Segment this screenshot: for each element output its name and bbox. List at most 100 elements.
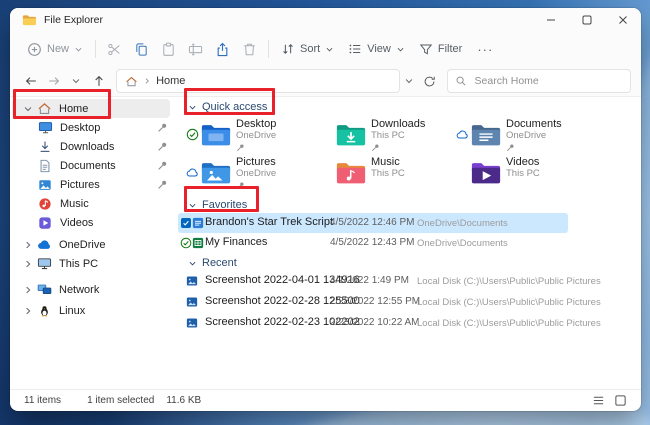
download-arrow-icon bbox=[37, 139, 53, 154]
close-button[interactable] bbox=[605, 8, 641, 32]
chevron-down-icon[interactable] bbox=[188, 259, 197, 268]
file-row[interactable]: My Finances 4/5/2022 12:43 PM OneDrive\D… bbox=[178, 233, 641, 253]
sidebar-item-label: Documents bbox=[60, 160, 157, 172]
delete-button[interactable] bbox=[236, 36, 263, 62]
document-icon bbox=[37, 158, 53, 173]
details-view-icon[interactable] bbox=[592, 394, 605, 407]
chevron-down-icon[interactable] bbox=[21, 104, 34, 114]
chevron-right-icon[interactable] bbox=[21, 306, 34, 316]
folder-icon bbox=[22, 14, 36, 26]
filter-button[interactable]: Filter bbox=[412, 38, 469, 60]
maximize-button[interactable] bbox=[569, 8, 605, 32]
recent-header[interactable]: Recent bbox=[178, 255, 641, 271]
minimize-button[interactable] bbox=[533, 8, 569, 32]
tile-desktop[interactable]: Desktop OneDrive bbox=[186, 117, 318, 154]
chevron-down-icon[interactable] bbox=[188, 201, 197, 210]
favorites-header[interactable]: Favorites bbox=[178, 197, 641, 213]
file-date: 2/28/2022 12:55 PM bbox=[330, 296, 420, 307]
file-location: OneDrive\Documents bbox=[417, 218, 508, 229]
forward-button[interactable] bbox=[43, 70, 66, 93]
sidebar-item-label: Videos bbox=[60, 217, 170, 229]
section-title: Favorites bbox=[202, 199, 247, 211]
command-bar: New Sort View Filter bbox=[10, 32, 641, 66]
share-button[interactable] bbox=[209, 36, 236, 62]
file-row[interactable]: Screenshot 2022-02-23 102202 2/23/2022 1… bbox=[178, 313, 641, 334]
sidebar-item-downloads[interactable]: Downloads bbox=[12, 137, 170, 156]
sidebar-item-this-pc[interactable]: This PC bbox=[12, 254, 170, 273]
file-location: OneDrive\Documents bbox=[417, 238, 508, 249]
tile-music[interactable]: Music This PC bbox=[321, 155, 453, 192]
file-list-pane: Quick access Desktop OneDrive bbox=[178, 97, 641, 389]
sidebar-item-music[interactable]: Music bbox=[12, 194, 170, 213]
linux-penguin-icon bbox=[36, 303, 52, 318]
large-icons-view-icon[interactable] bbox=[614, 394, 627, 407]
pin-icon bbox=[371, 143, 380, 152]
back-button[interactable] bbox=[20, 70, 43, 93]
sidebar-item-network[interactable]: Network bbox=[12, 280, 170, 299]
chevron-right-icon[interactable] bbox=[21, 259, 34, 269]
more-options-button[interactable]: ··· bbox=[469, 42, 501, 57]
toolbar-separator bbox=[268, 40, 269, 58]
file-row[interactable]: Screenshot 2022-04-01 134916 4/1/2022 1:… bbox=[178, 271, 641, 292]
video-play-icon bbox=[37, 215, 53, 230]
chevron-down-icon[interactable] bbox=[188, 103, 197, 112]
sidebar-item-label: This PC bbox=[59, 258, 170, 270]
folder-music-icon bbox=[335, 159, 367, 186]
sidebar-item-documents[interactable]: Documents bbox=[12, 156, 170, 175]
file-row[interactable]: Screenshot 2022-02-28 125500 2/28/2022 1… bbox=[178, 292, 641, 313]
new-button-label: New bbox=[47, 43, 69, 55]
new-button[interactable]: New bbox=[20, 38, 90, 61]
file-location: Local Disk (C:)\Users\Public\Public Pict… bbox=[417, 276, 601, 287]
onedrive-cloud-icon bbox=[36, 237, 52, 252]
checkbox-checked-icon[interactable] bbox=[181, 218, 191, 228]
search-box[interactable] bbox=[447, 69, 631, 93]
file-location: Local Disk (C:)\Users\Public\Public Pict… bbox=[417, 297, 601, 308]
paste-button[interactable] bbox=[155, 36, 182, 62]
rename-button[interactable] bbox=[182, 36, 209, 62]
title-bar: File Explorer bbox=[10, 8, 641, 32]
chevron-right-icon[interactable] bbox=[21, 285, 34, 295]
quick-access-header[interactable]: Quick access bbox=[178, 99, 641, 115]
folder-desktop-icon bbox=[200, 121, 232, 148]
cut-button[interactable] bbox=[101, 36, 128, 62]
address-dropdown-button[interactable] bbox=[400, 76, 418, 86]
tile-videos[interactable]: Videos This PC bbox=[456, 155, 588, 192]
tile-pictures[interactable]: Pictures OneDrive bbox=[186, 155, 318, 192]
image-file-icon bbox=[186, 275, 198, 287]
sort-arrows-icon bbox=[281, 42, 295, 56]
sidebar-item-onedrive[interactable]: OneDrive bbox=[12, 235, 170, 254]
file-row-selected[interactable]: Brandon's Star Trek Script 4/5/2022 12:4… bbox=[178, 213, 641, 233]
excel-workbook-icon bbox=[192, 237, 204, 249]
chevron-right-icon[interactable] bbox=[21, 240, 34, 250]
search-input[interactable] bbox=[473, 74, 607, 88]
breadcrumb[interactable]: Home bbox=[156, 75, 185, 87]
plus-circle-icon bbox=[27, 42, 42, 57]
sidebar-item-pictures[interactable]: Pictures bbox=[12, 175, 170, 194]
network-icon bbox=[36, 282, 52, 297]
folder-pictures-icon bbox=[200, 159, 232, 186]
sidebar-item-videos[interactable]: Videos bbox=[12, 213, 170, 232]
folder-downloads-icon bbox=[335, 121, 367, 148]
sidebar-item-linux[interactable]: Linux bbox=[12, 301, 170, 320]
up-button[interactable] bbox=[88, 70, 111, 93]
sort-button[interactable]: Sort bbox=[274, 38, 341, 60]
address-input[interactable]: Home bbox=[116, 69, 400, 93]
recent-locations-button[interactable] bbox=[65, 70, 88, 93]
list-view-icon bbox=[348, 42, 362, 56]
copy-button[interactable] bbox=[128, 36, 155, 62]
cloud-status-icon bbox=[456, 128, 469, 141]
trash-icon bbox=[242, 42, 257, 57]
desktop: File Explorer New Sort bbox=[0, 0, 650, 425]
sidebar-item-desktop[interactable]: Desktop bbox=[12, 118, 170, 137]
home-icon bbox=[36, 101, 52, 116]
tile-name: Desktop bbox=[236, 118, 276, 130]
tile-downloads[interactable]: Downloads This PC bbox=[321, 117, 453, 154]
tile-location: This PC bbox=[506, 168, 540, 179]
copy-icon bbox=[134, 42, 149, 57]
refresh-button[interactable] bbox=[418, 70, 441, 93]
sidebar-item-home[interactable]: Home bbox=[12, 99, 170, 118]
tile-documents[interactable]: Documents OneDrive bbox=[456, 117, 588, 154]
pin-icon bbox=[157, 179, 168, 190]
view-button[interactable]: View bbox=[341, 38, 412, 60]
selection-size: 11.6 KB bbox=[166, 395, 201, 406]
